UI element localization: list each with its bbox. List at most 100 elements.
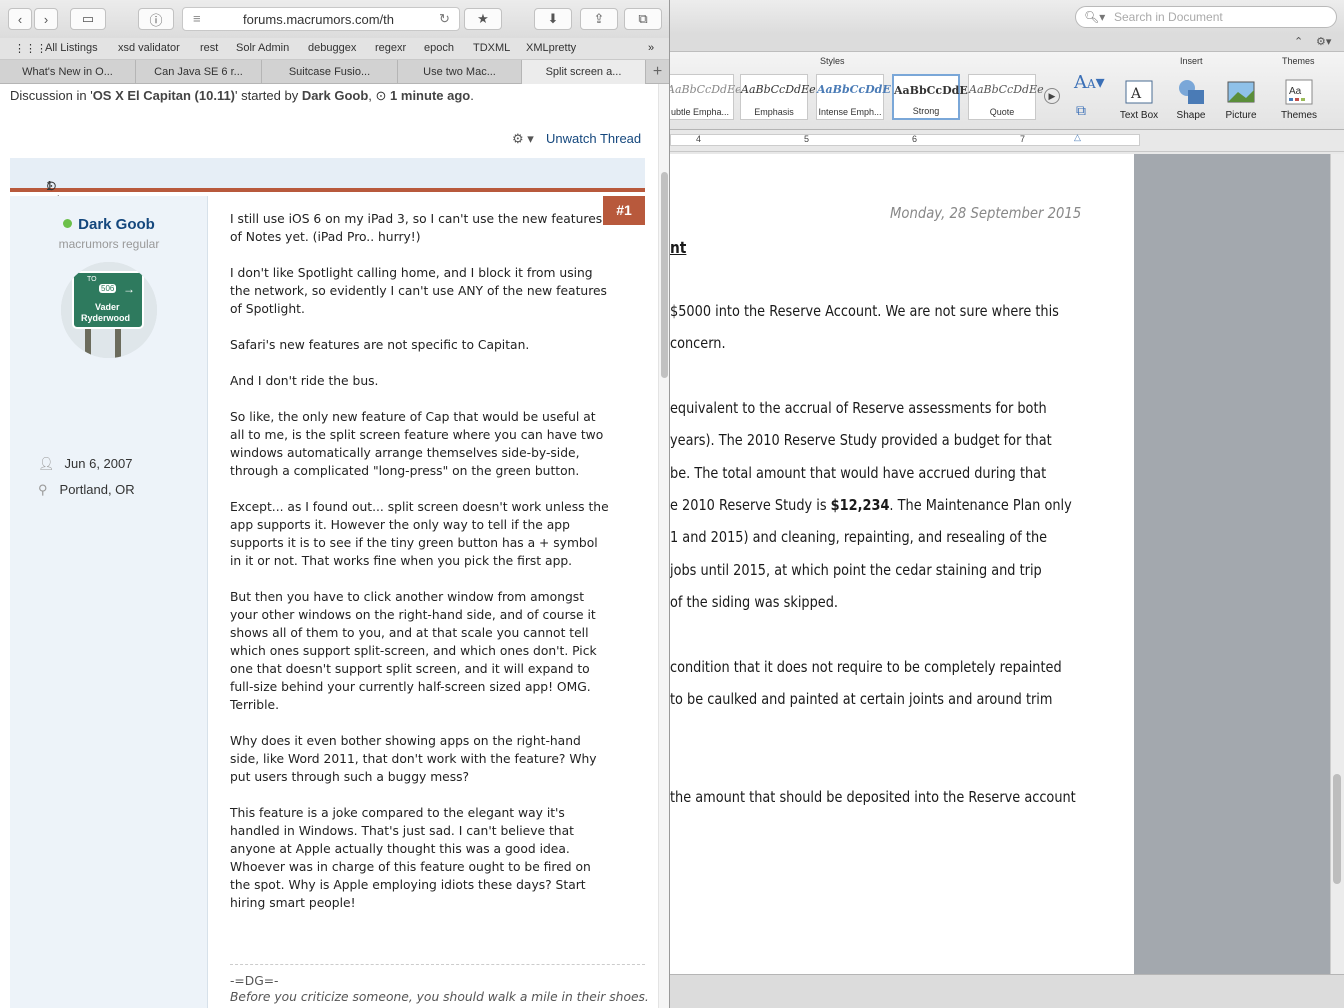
- tabs-overview-icon[interactable]: ⧉: [624, 8, 662, 30]
- signature-name: -=DG=-: [230, 974, 279, 988]
- reload-icon[interactable]: ↻: [439, 11, 450, 27]
- tab-suitcase[interactable]: Suitcase Fusio...: [262, 60, 398, 84]
- ribbon: Styles Insert Themes AaBbCcDdEe ubtle Emp…: [670, 52, 1344, 130]
- post-paragraph: Except... as I found out... split screen…: [230, 500, 609, 568]
- share-icon[interactable]: ⇪: [580, 8, 618, 30]
- avatar[interactable]: TO 506 → Vader Ryderwood: [61, 262, 157, 358]
- insert-shape-button[interactable]: Shape: [1166, 78, 1216, 121]
- horizontal-ruler[interactable]: 4 5 6 7 △: [670, 130, 1344, 152]
- doc-line: years). The 2010 Reserve Study provided …: [670, 431, 1052, 449]
- discussion-line: Discussion in 'OS X El Capitan (10.11)' …: [10, 88, 474, 103]
- grid-icon[interactable]: ⋮⋮⋮: [14, 42, 47, 55]
- bookmark-regexr[interactable]: regexr: [375, 42, 406, 54]
- signature-quote: Before you criticize someone, you should…: [230, 990, 649, 1004]
- info-icon[interactable]: ⓘ: [138, 8, 174, 30]
- bookmark-rest[interactable]: rest: [200, 42, 218, 54]
- collapse-ribbon-icon[interactable]: ⌃: [1294, 35, 1303, 48]
- tab-bar: What's New in O... Can Java SE 6 r... Su…: [0, 60, 670, 84]
- more-bookmarks-icon[interactable]: »: [648, 42, 654, 54]
- manage-styles-icon[interactable]: ⧉: [1076, 102, 1086, 119]
- sidebar-icon[interactable]: ▭: [70, 8, 106, 30]
- document-page[interactable]: Monday, 28 September 2015 nt $5000 into …: [670, 154, 1134, 974]
- ruler-mark: 4: [696, 134, 702, 144]
- scroll-thumb[interactable]: [661, 172, 668, 378]
- page-background: [1134, 154, 1330, 974]
- post-paragraph: And I don't ride the bus.: [230, 374, 379, 388]
- post-paragraph: This feature is a joke compared to the e…: [230, 806, 591, 910]
- doc-line: equivalent to the accrual of Reserve ass…: [670, 399, 1047, 417]
- scroll-thumb[interactable]: [1333, 774, 1341, 884]
- doc-line: $5000 into the Reserve Account. We are n…: [670, 302, 1059, 320]
- change-text-case-icon[interactable]: AA▾: [1074, 72, 1105, 93]
- url-text: forums.macrumors.com/th: [243, 12, 394, 27]
- style-quote[interactable]: AaBbCcDdEe Quote: [968, 74, 1044, 120]
- doc-line: the amount that should be deposited into…: [670, 788, 1076, 806]
- word-titlebar: 🔍︎▾ Search in Document: [670, 0, 1344, 34]
- bookmark-xmlpretty[interactable]: XMLpretty: [526, 42, 576, 54]
- bookmark-star-icon[interactable]: ★: [464, 8, 502, 30]
- starter-link[interactable]: Dark Goob: [302, 88, 368, 103]
- forward-icon[interactable]: ›: [34, 8, 58, 30]
- sign-text-vader: Vader: [95, 302, 120, 312]
- thread-tools-gear-icon[interactable]: ⚙ ▾: [512, 131, 534, 147]
- tab-java[interactable]: Can Java SE 6 r...: [136, 60, 262, 84]
- clock-icon: ⊙: [375, 88, 387, 103]
- themes-button[interactable]: Aa Themes: [1274, 78, 1324, 121]
- unwatch-thread-link[interactable]: Unwatch Thread: [546, 131, 641, 146]
- tab-whats-new[interactable]: What's New in O...: [0, 60, 136, 84]
- location: ⚲ Portland, OR: [38, 482, 135, 497]
- style-emphasis[interactable]: AaBbCcDdEe Emphasis: [740, 74, 816, 120]
- ribbon-options-gear-icon[interactable]: ⚙▾: [1316, 35, 1331, 48]
- bookmark-xsd[interactable]: xsd validator: [118, 42, 180, 54]
- document-scrollbar[interactable]: [1330, 154, 1344, 974]
- tab-two-mac[interactable]: Use two Mac...: [398, 60, 522, 84]
- status-bar: [670, 974, 1344, 1008]
- doc-line: jobs until 2015, at which point the ceda…: [670, 561, 1042, 579]
- doc-line-amount: e 2010 Reserve Study is $12,234. The Mai…: [670, 496, 1072, 514]
- bookmark-epoch[interactable]: epoch: [424, 42, 454, 54]
- insert-group-label: Insert: [1180, 56, 1203, 66]
- style-strong[interactable]: AaBbCcDdEe Strong: [892, 74, 975, 120]
- bookmark-solr[interactable]: Solr Admin: [236, 42, 289, 54]
- online-status-icon: [63, 219, 73, 228]
- style-subtle-emphasis[interactable]: AaBbCcDdEe ubtle Empha...: [670, 74, 742, 120]
- svg-text:A: A: [1130, 86, 1142, 102]
- insert-picture-button[interactable]: Picture: [1216, 78, 1266, 121]
- themes-group-label: Themes: [1282, 56, 1315, 66]
- picture-icon: [1226, 78, 1256, 106]
- doc-line: of the siding was skipped.: [670, 593, 839, 611]
- document-date: Monday, 28 September 2015: [890, 204, 1082, 222]
- ruler-mark: 6: [912, 134, 918, 144]
- forum-link[interactable]: OS X El Capitan (10.11): [93, 88, 235, 103]
- post-paragraph: So like, the only new feature of Cap tha…: [230, 410, 604, 478]
- style-intense-emphasis[interactable]: AaBbCcDdE Intense Emph...: [816, 74, 891, 120]
- bookmark-debuggex[interactable]: debuggex: [308, 42, 356, 54]
- themes-icon: Aa: [1284, 78, 1314, 106]
- address-bar[interactable]: ≡ forums.macrumors.com/th ↻: [182, 7, 460, 31]
- sign-arrow-icon: →: [123, 282, 135, 296]
- styles-group-label: Styles: [820, 56, 845, 66]
- tab-split-screen[interactable]: Split screen a...: [522, 60, 646, 84]
- new-tab-icon[interactable]: +: [646, 60, 670, 84]
- username[interactable]: Dark Goob: [10, 216, 208, 233]
- reader-icon[interactable]: ≡: [193, 11, 201, 26]
- sign-text-num: 506: [99, 284, 117, 293]
- back-icon[interactable]: ‹: [8, 8, 32, 30]
- bookmark-all-listings[interactable]: All Listings: [45, 42, 98, 54]
- post-paragraph: But then you have to click another windo…: [230, 590, 597, 712]
- post-paragraph: I don't like Spotlight calling home, and…: [230, 266, 607, 316]
- bookmarks-bar: ⋮⋮⋮ All Listings xsd validator rest Solr…: [0, 38, 670, 60]
- heading-fragment: nt: [670, 238, 687, 257]
- doc-line: concern.: [670, 334, 726, 352]
- styles-next-arrow-icon[interactable]: ▶: [1044, 88, 1060, 104]
- post-time-bar: ⊙ 1 minute ago: [10, 158, 645, 223]
- downloads-icon[interactable]: ⬇: [534, 8, 572, 30]
- sign-text-to: TO: [87, 276, 97, 283]
- post-paragraph: Why does it even bother showing apps on …: [230, 734, 597, 784]
- post-paragraph: Safari's new features are not specific t…: [230, 338, 530, 352]
- search-in-document-field[interactable]: 🔍︎▾ Search in Document: [1075, 6, 1337, 28]
- right-indent-marker-icon[interactable]: △: [1074, 132, 1081, 143]
- bookmark-tdxml[interactable]: TDXML: [473, 42, 510, 54]
- insert-text-box-button[interactable]: A Text Box: [1114, 78, 1164, 121]
- doc-line: condition that it does not require to be…: [670, 658, 1062, 676]
